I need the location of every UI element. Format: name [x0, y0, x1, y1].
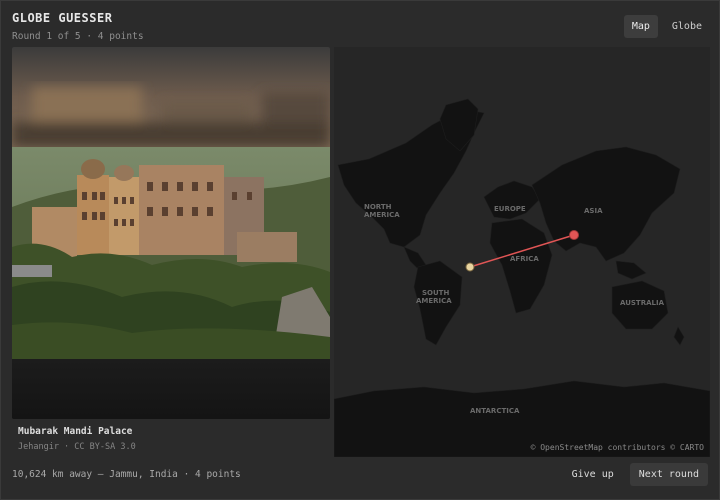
header: GLOBE GUESSER Round 1 of 5 · 4 points — [12, 11, 144, 42]
round-status: Round 1 of 5 · 4 points — [12, 31, 144, 42]
guess-marker[interactable] — [465, 262, 475, 272]
map-attribution: © OpenStreetMap contributors © CARTO — [530, 443, 704, 452]
map-view-button[interactable]: Map — [623, 15, 658, 38]
antarctica-label: ANTARCTICA — [470, 407, 520, 415]
app-window: GLOBE GUESSER Round 1 of 5 · 4 points Ma… — [0, 0, 720, 500]
north-america-label: NORTH — [364, 203, 392, 211]
view-toggle: Map Globe — [623, 15, 710, 38]
globe-view-button[interactable]: Globe — [664, 15, 710, 38]
north-america-label-2: AMERICA — [364, 211, 400, 219]
answer-marker — [569, 230, 579, 240]
app-title: GLOBE GUESSER — [12, 11, 113, 25]
photo-panel — [12, 47, 330, 419]
europe-label: EUROPE — [494, 205, 526, 213]
result-text: 10,624 km away — Jammu, India · 4 points — [12, 469, 241, 480]
africa-label: AFRICA — [510, 255, 539, 263]
photo-title: Mubarak Mandi Palace — [18, 426, 133, 437]
photo-credit: Jehangir · CC BY-SA 3.0 — [18, 442, 136, 452]
photo-blur-top — [12, 47, 330, 147]
map-panel[interactable]: NORTH AMERICA SOUTH AMERICA EUROPE ASIA … — [334, 47, 710, 457]
photo-blur-bottom — [12, 359, 330, 419]
south-america-label: SOUTH — [422, 289, 449, 297]
asia-label: ASIA — [584, 207, 603, 215]
next-round-button[interactable]: Next round — [629, 463, 708, 486]
palace-photo — [12, 147, 330, 359]
australia-label: AUSTRALIA — [620, 299, 665, 307]
south-america-label-2: AMERICA — [416, 297, 452, 305]
give-up-button[interactable]: Give up — [566, 463, 620, 486]
action-bar: Give up Next round — [566, 463, 708, 486]
world-map[interactable]: NORTH AMERICA SOUTH AMERICA EUROPE ASIA … — [334, 47, 710, 457]
photo-caption: Mubarak Mandi Palace Jehangir · CC BY-SA… — [18, 426, 136, 452]
